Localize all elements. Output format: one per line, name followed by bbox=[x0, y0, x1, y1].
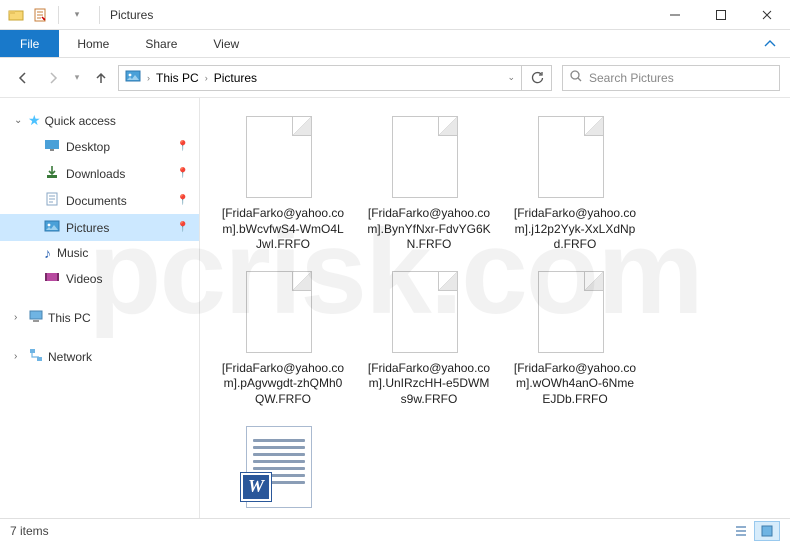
chevron-right-icon[interactable]: › bbox=[205, 73, 208, 83]
sidebar-heading-label: This PC bbox=[48, 311, 91, 325]
status-item-count: 7 items bbox=[10, 524, 49, 538]
sidebar-item-label: Downloads bbox=[66, 167, 125, 181]
sidebar-item-label: Desktop bbox=[66, 140, 110, 154]
sidebar-network[interactable]: › Network bbox=[0, 343, 199, 370]
qat-dropdown-icon[interactable]: ▾ bbox=[65, 3, 89, 27]
sidebar-heading-label: Quick access bbox=[45, 114, 116, 128]
music-icon: ♪ bbox=[44, 245, 51, 261]
breadcrumb[interactable]: › This PC › Pictures ⌄ bbox=[118, 65, 522, 91]
sidebar-item-downloads[interactable]: Downloads 📍 bbox=[0, 160, 199, 187]
status-bar: 7 items bbox=[0, 518, 790, 543]
pin-icon: 📍 bbox=[177, 195, 189, 206]
address-bar: ▾ › This PC › Pictures ⌄ Search Pictures bbox=[0, 58, 790, 98]
sidebar-item-music[interactable]: ♪ Music bbox=[0, 241, 199, 265]
pin-icon: 📍 bbox=[177, 168, 189, 179]
tab-view[interactable]: View bbox=[195, 30, 257, 57]
search-icon bbox=[569, 69, 583, 86]
tab-file[interactable]: File bbox=[0, 30, 59, 57]
sidebar-item-label: Videos bbox=[66, 272, 102, 286]
pin-icon: 📍 bbox=[177, 141, 189, 152]
sidebar-this-pc[interactable]: › This PC bbox=[0, 304, 199, 331]
details-view-button[interactable] bbox=[728, 521, 754, 541]
generic-file-icon bbox=[538, 271, 612, 357]
file-item[interactable]: [FridaFarko@yahoo.com].BynYfNxr-FdvYG6KN… bbox=[366, 116, 492, 253]
properties-icon[interactable] bbox=[28, 3, 52, 27]
network-icon bbox=[28, 347, 44, 366]
file-label: [FridaFarko@yahoo.com].BynYfNxr-FdvYG6KN… bbox=[366, 206, 492, 253]
videos-icon bbox=[44, 269, 60, 288]
sidebar-item-label: Documents bbox=[66, 194, 127, 208]
file-label: [FridaFarko@yahoo.com].pAgvwgdt-zhQMh0QW… bbox=[220, 361, 346, 408]
ribbon-expand-icon[interactable] bbox=[750, 30, 790, 57]
file-list[interactable]: [FridaFarko@yahoo.com].bWcvfwS4-WmO4LJwI… bbox=[200, 98, 790, 528]
file-item[interactable]: [FridaFarko@yahoo.com].pAgvwgdt-zhQMh0QW… bbox=[220, 271, 346, 408]
maximize-button[interactable] bbox=[698, 0, 744, 30]
file-label: [FridaFarko@yahoo.com].UnIRzcHH-e5DWMs9w… bbox=[366, 361, 492, 408]
search-input[interactable]: Search Pictures bbox=[562, 65, 780, 91]
generic-file-icon bbox=[246, 271, 320, 357]
file-item[interactable]: [FridaFarko@yahoo.com].j12p2Yyk-XxLXdNpd… bbox=[512, 116, 638, 253]
tab-home[interactable]: Home bbox=[59, 30, 127, 57]
large-icons-view-button[interactable] bbox=[754, 521, 780, 541]
file-item[interactable]: [FridaFarko@yahoo.com].wOWh4anO-6NmeEJDb… bbox=[512, 271, 638, 408]
sidebar-item-documents[interactable]: Documents 📍 bbox=[0, 187, 199, 214]
chevron-down-icon[interactable]: ⌄ bbox=[14, 115, 24, 126]
file-label: [FridaFarko@yahoo.com].wOWh4anO-6NmeEJDb… bbox=[512, 361, 638, 408]
breadcrumb-thispc[interactable]: This PC bbox=[156, 71, 199, 85]
recent-locations-icon[interactable]: ▾ bbox=[70, 65, 84, 91]
file-item[interactable]: [FridaFarko@yahoo.com].UnIRzcHH-e5DWMs9w… bbox=[366, 271, 492, 408]
back-button[interactable] bbox=[10, 65, 36, 91]
pc-icon bbox=[28, 308, 44, 327]
breadcrumb-pictures[interactable]: Pictures bbox=[214, 71, 257, 85]
sidebar-item-pictures[interactable]: Pictures 📍 bbox=[0, 214, 199, 241]
ribbon-tabs: File Home Share View bbox=[0, 30, 790, 58]
chevron-right-icon[interactable]: › bbox=[147, 73, 150, 83]
pictures-icon bbox=[44, 218, 60, 237]
file-label: [FridaFarko@yahoo.com].j12p2Yyk-XxLXdNpd… bbox=[512, 206, 638, 253]
chevron-right-icon[interactable]: › bbox=[14, 351, 24, 362]
star-icon: ★ bbox=[28, 112, 41, 129]
sidebar-heading-label: Network bbox=[48, 350, 92, 364]
separator bbox=[99, 6, 100, 24]
downloads-icon bbox=[44, 164, 60, 183]
generic-file-icon bbox=[538, 116, 612, 202]
file-item[interactable]: WFRFO_INFO.rtf bbox=[220, 426, 346, 528]
title-bar: ▾ Pictures bbox=[0, 0, 790, 30]
desktop-icon bbox=[44, 137, 60, 156]
tab-share[interactable]: Share bbox=[127, 30, 195, 57]
chevron-down-icon[interactable]: ⌄ bbox=[507, 72, 515, 83]
generic-file-icon bbox=[246, 116, 320, 202]
sidebar-quick-access[interactable]: ⌄ ★ Quick access bbox=[0, 108, 199, 133]
refresh-button[interactable] bbox=[522, 65, 552, 91]
pictures-icon bbox=[125, 68, 141, 87]
chevron-right-icon[interactable]: › bbox=[14, 312, 24, 323]
sidebar-item-desktop[interactable]: Desktop 📍 bbox=[0, 133, 199, 160]
separator bbox=[58, 6, 59, 24]
forward-button[interactable] bbox=[40, 65, 66, 91]
sidebar-item-label: Music bbox=[57, 246, 88, 260]
close-button[interactable] bbox=[744, 0, 790, 30]
navigation-pane: ⌄ ★ Quick access Desktop 📍 Downloads 📍 D… bbox=[0, 98, 200, 528]
up-button[interactable] bbox=[88, 65, 114, 91]
sidebar-item-videos[interactable]: Videos bbox=[0, 265, 199, 292]
generic-file-icon bbox=[392, 116, 466, 202]
pin-icon: 📍 bbox=[177, 222, 189, 233]
explorer-app-icon bbox=[4, 3, 28, 27]
file-item[interactable]: [FridaFarko@yahoo.com].bWcvfwS4-WmO4LJwI… bbox=[220, 116, 346, 253]
sidebar-item-label: Pictures bbox=[66, 221, 109, 235]
rtf-file-icon: W bbox=[246, 426, 320, 512]
documents-icon bbox=[44, 191, 60, 210]
search-placeholder: Search Pictures bbox=[589, 71, 674, 85]
window-title: Pictures bbox=[110, 8, 153, 22]
minimize-button[interactable] bbox=[652, 0, 698, 30]
generic-file-icon bbox=[392, 271, 466, 357]
file-label: [FridaFarko@yahoo.com].bWcvfwS4-WmO4LJwI… bbox=[220, 206, 346, 253]
